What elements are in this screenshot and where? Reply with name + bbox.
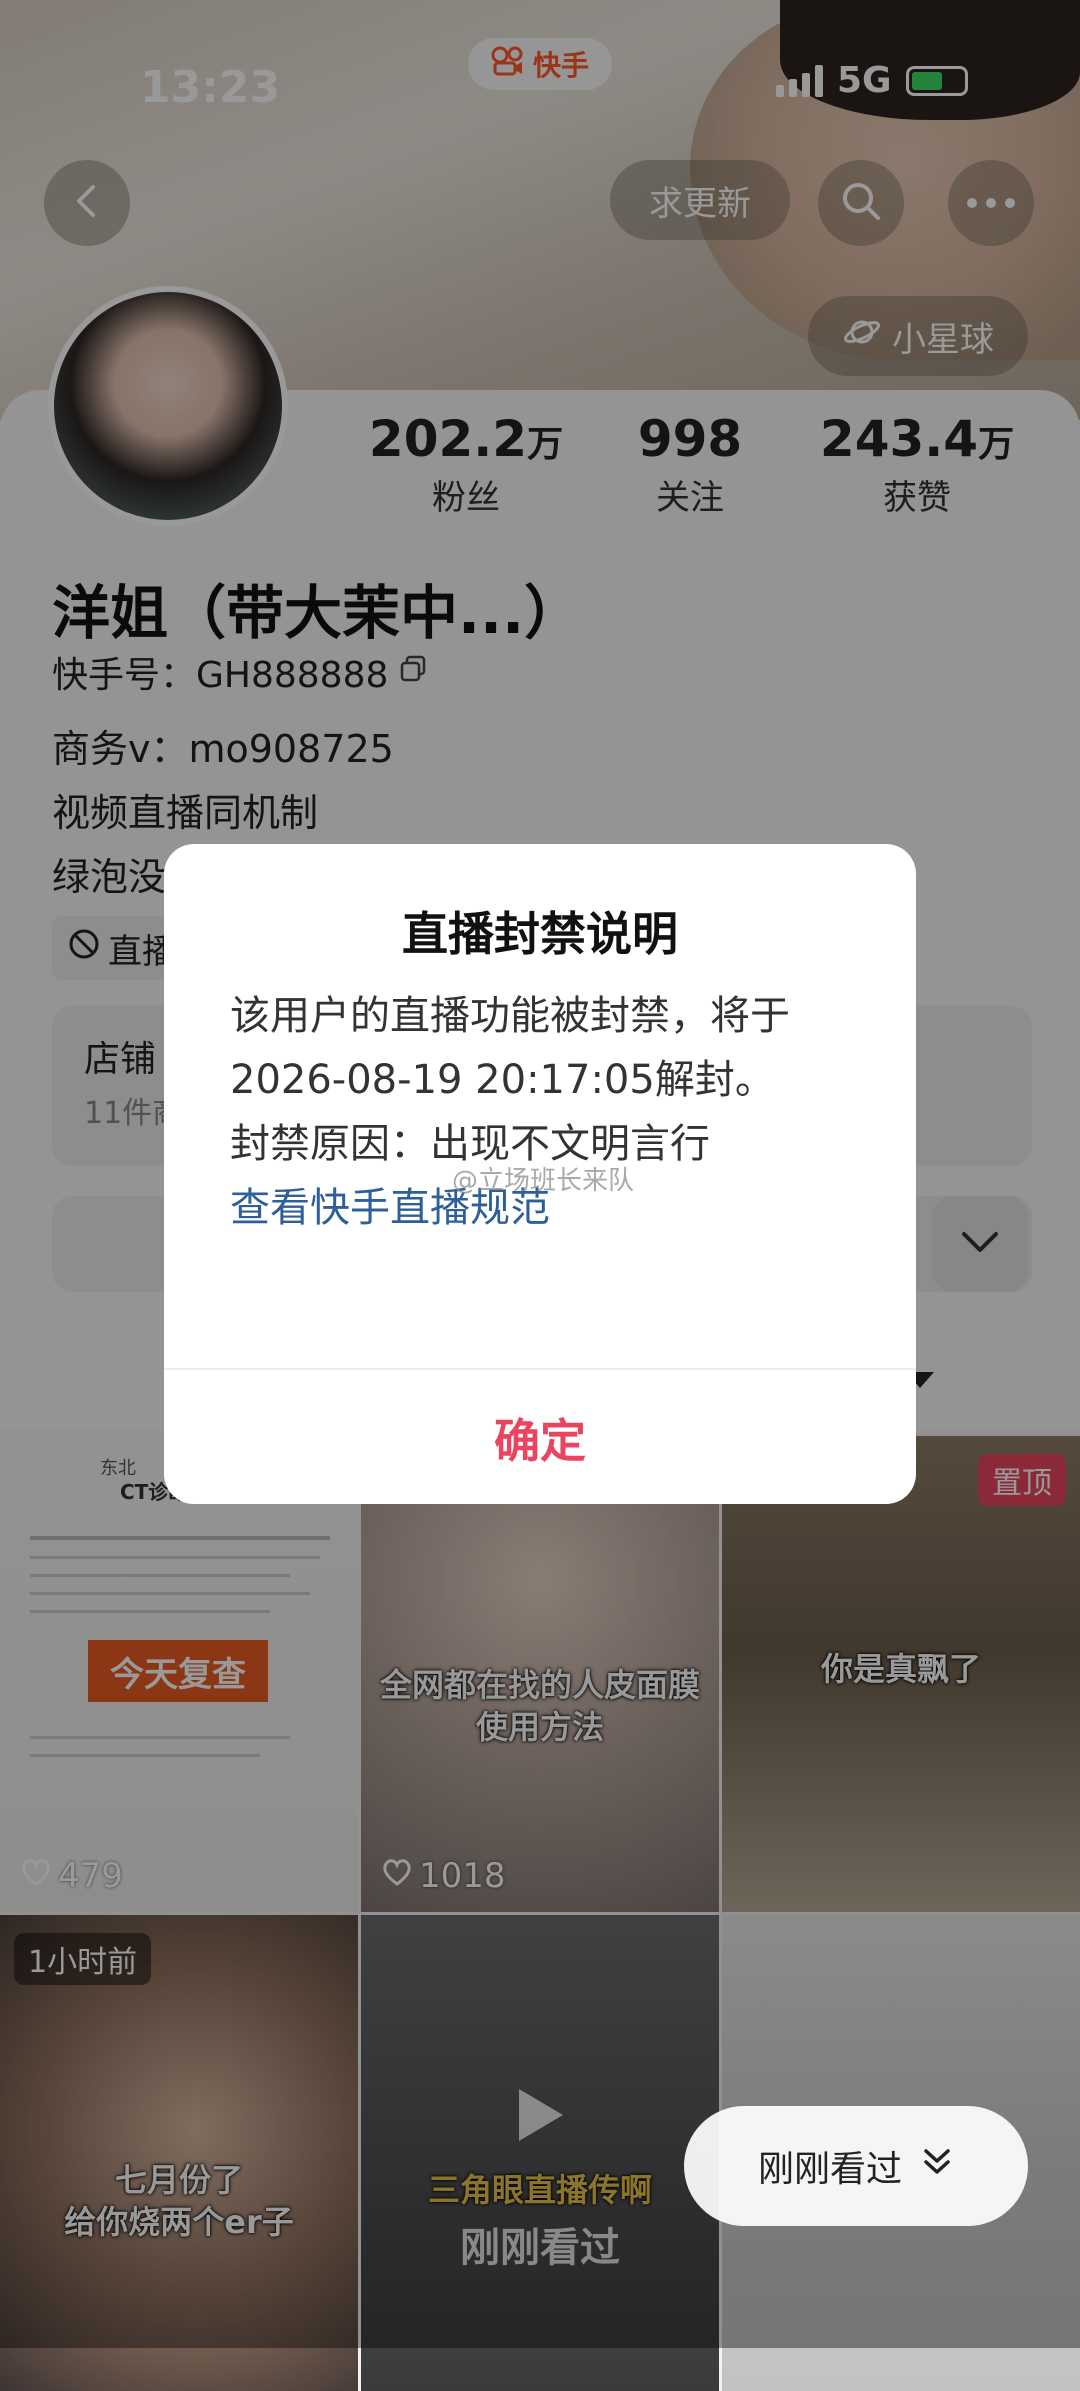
recently-watched-label: 刚刚看过 [757, 2149, 902, 2190]
dialog-body: 该用户的直播功能被封禁，将于2026-08-19 20:17:05解封。 封禁原… [230, 984, 870, 1240]
double-chevron-down-icon [920, 2145, 954, 2188]
ban-message: 该用户的直播功能被封禁，将于2026-08-19 20:17:05解封。 [230, 993, 790, 1103]
dialog-divider [164, 1368, 916, 1370]
confirm-button[interactable]: 确定 [164, 1372, 916, 1504]
watermark: @立场班长来队 [452, 1166, 635, 1196]
recently-watched-button[interactable]: 刚刚看过 [684, 2106, 1028, 2226]
dialog-title: 直播封禁说明 [402, 907, 678, 961]
